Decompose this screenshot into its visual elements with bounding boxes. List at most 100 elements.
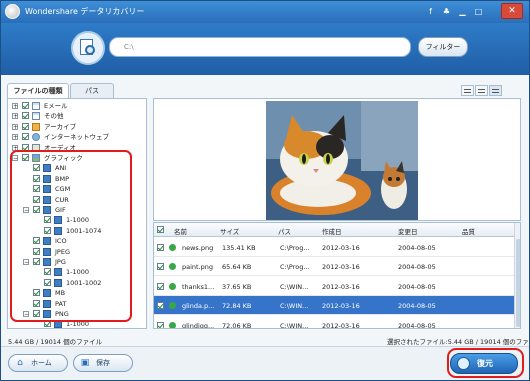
- cell-name: glindigg...: [182, 321, 215, 329]
- view-list-button[interactable]: [475, 85, 488, 96]
- cell-path: C:\WIN...: [280, 282, 309, 291]
- col-path-header[interactable]: パス: [278, 226, 291, 236]
- table-row[interactable]: glinda.p... 72.84 KB C:\WIN... 2012-03-16 20…: [154, 296, 514, 316]
- cell-size: 72.06 KB: [222, 321, 252, 329]
- table-row[interactable]: paint.png 65.64 KB C:\Prog... 2012-03-16 200…: [154, 257, 514, 277]
- grid-header: 名前 サイズ パス 作成日 変更日 品質: [154, 223, 514, 237]
- cell-name: paint.png: [182, 263, 214, 272]
- row-checkbox[interactable]: [157, 244, 164, 251]
- search-header: C:\ フィルター: [1, 23, 529, 75]
- cell-modified: 2004-08-05: [398, 244, 436, 252]
- tab-path[interactable]: パス: [70, 83, 114, 99]
- row-checkbox[interactable]: [157, 321, 164, 328]
- bird-icon[interactable]: ♣: [441, 6, 452, 17]
- app-logo-icon: [5, 4, 20, 19]
- minimize-icon[interactable]: ▁: [457, 6, 468, 17]
- status-dot-icon: [169, 302, 176, 310]
- col-modified-header[interactable]: 変更日: [398, 226, 418, 236]
- tree-checkbox[interactable]: [22, 122, 29, 130]
- save-button[interactable]: ▣ 保存: [73, 354, 133, 372]
- maximize-icon[interactable]: □: [473, 6, 484, 17]
- globe-icon: [32, 133, 40, 142]
- cell-created: 2012-03-16: [322, 321, 360, 329]
- col-size-header[interactable]: サイズ: [220, 226, 239, 236]
- expand-icon[interactable]: +: [12, 123, 18, 130]
- tree-item-label: その他: [44, 112, 64, 121]
- path-input[interactable]: C:\: [109, 37, 411, 57]
- status-dot-icon: [169, 244, 176, 251]
- grid-scrollbar[interactable]: [514, 223, 520, 328]
- file-list-grid: 名前 サイズ パス 作成日 変更日 品質 news.png 135.41 KB C:…: [153, 222, 521, 329]
- cell-name: news.png: [182, 244, 214, 252]
- tab-file-type[interactable]: ファイルの種類: [7, 83, 69, 99]
- row-checkbox[interactable]: [157, 302, 164, 310]
- expand-icon[interactable]: +: [12, 103, 18, 110]
- tree-checkbox[interactable]: [22, 102, 29, 109]
- home-button[interactable]: ⌂ ホーム: [8, 354, 68, 372]
- expand-icon[interactable]: +: [12, 134, 18, 141]
- highlight-recover-ring: [447, 348, 524, 378]
- cell-modified: 2004-08-05: [398, 282, 436, 291]
- grid-scroll-thumb[interactable]: [516, 239, 520, 327]
- status-dot-icon: [169, 321, 176, 328]
- table-row[interactable]: glindigg... 72.06 KB C:\WIN... 2012-03-16 20…: [154, 316, 514, 329]
- cell-created: 2012-03-16: [322, 302, 360, 311]
- status-selected: 選択されたファイル:5.44 GB / 19014 個のファイル: [387, 338, 530, 346]
- cell-modified: 2004-08-05: [398, 321, 436, 329]
- highlight-graphics-box: [10, 150, 132, 322]
- home-icon: ⌂: [17, 358, 23, 368]
- status-dot-icon: [169, 282, 176, 290]
- tree-item[interactable]: + アーカイブ: [8, 122, 146, 132]
- cell-modified: 2004-08-05: [398, 263, 436, 272]
- save-icon: ▣: [80, 358, 90, 368]
- cell-created: 2012-03-16: [322, 244, 360, 252]
- tree-item[interactable]: + Eメール: [8, 101, 146, 111]
- cell-modified: 2004-08-05: [398, 302, 436, 311]
- tree-checkbox[interactable]: [22, 133, 29, 141]
- tree-item-label: インターネットウェブ: [44, 133, 109, 142]
- table-row[interactable]: news.png 135.41 KB C:\Prog... 2012-03-16 200…: [154, 238, 514, 257]
- col-name-header[interactable]: 名前: [174, 226, 187, 236]
- col-quality-header[interactable]: 品質: [462, 226, 475, 236]
- view-thumbnail-button[interactable]: [461, 85, 474, 96]
- other-icon: [32, 112, 40, 121]
- cell-path: C:\Prog...: [280, 263, 310, 272]
- cell-name: glinda.p...: [182, 302, 215, 311]
- status-bar: 5.44 GB / 19014 個のファイル 選択されたファイル:5.44 GB…: [1, 333, 530, 346]
- row-checkbox[interactable]: [157, 282, 164, 290]
- title-bar: Wondershare データリカバリー f ♣ ▁ □ ✕: [1, 1, 529, 23]
- filter-button[interactable]: フィルター: [418, 37, 468, 57]
- cell-size: 37.65 KB: [222, 282, 252, 291]
- table-row[interactable]: thanks1... 37.65 KB C:\WIN... 2012-03-16 200…: [154, 277, 514, 296]
- cell-size: 72.84 KB: [222, 302, 252, 311]
- cell-size: 135.41 KB: [222, 244, 256, 252]
- expand-icon[interactable]: +: [12, 113, 18, 120]
- tree-item[interactable]: + インターネットウェブ: [8, 132, 146, 142]
- email-icon: [32, 102, 40, 110]
- tree-item-label: アーカイブ: [44, 122, 77, 131]
- status-total: 5.44 GB / 19014 個のファイル: [8, 338, 103, 346]
- preview-pane: [153, 98, 521, 221]
- cell-path: C:\WIN...: [280, 321, 309, 329]
- select-all-checkbox[interactable]: [157, 226, 164, 233]
- tree-item[interactable]: + その他: [8, 111, 146, 121]
- col-created-header[interactable]: 作成日: [322, 226, 342, 236]
- cell-path: C:\WIN...: [280, 302, 309, 311]
- cat-preview-image: [266, 101, 418, 220]
- cell-name: thanks1...: [182, 282, 215, 291]
- cell-size: 65.64 KB: [222, 263, 252, 272]
- archive-icon: [32, 122, 40, 131]
- view-detail-button[interactable]: [489, 85, 502, 96]
- tree-item-label: Eメール: [44, 102, 68, 110]
- tree-checkbox[interactable]: [22, 112, 29, 120]
- app-window: Wondershare データリカバリー f ♣ ▁ □ ✕ C:\ フィルター…: [0, 0, 530, 381]
- facebook-icon[interactable]: f: [425, 6, 436, 17]
- window-title: Wondershare データリカバリー: [25, 7, 145, 16]
- cell-created: 2012-03-16: [322, 282, 360, 291]
- magnifier-icon: [85, 45, 95, 55]
- close-icon[interactable]: ✕: [501, 3, 523, 19]
- row-checkbox[interactable]: [157, 263, 164, 271]
- cell-created: 2012-03-16: [322, 263, 360, 272]
- status-dot-icon: [169, 263, 176, 271]
- cell-path: C:\Prog...: [280, 244, 310, 252]
